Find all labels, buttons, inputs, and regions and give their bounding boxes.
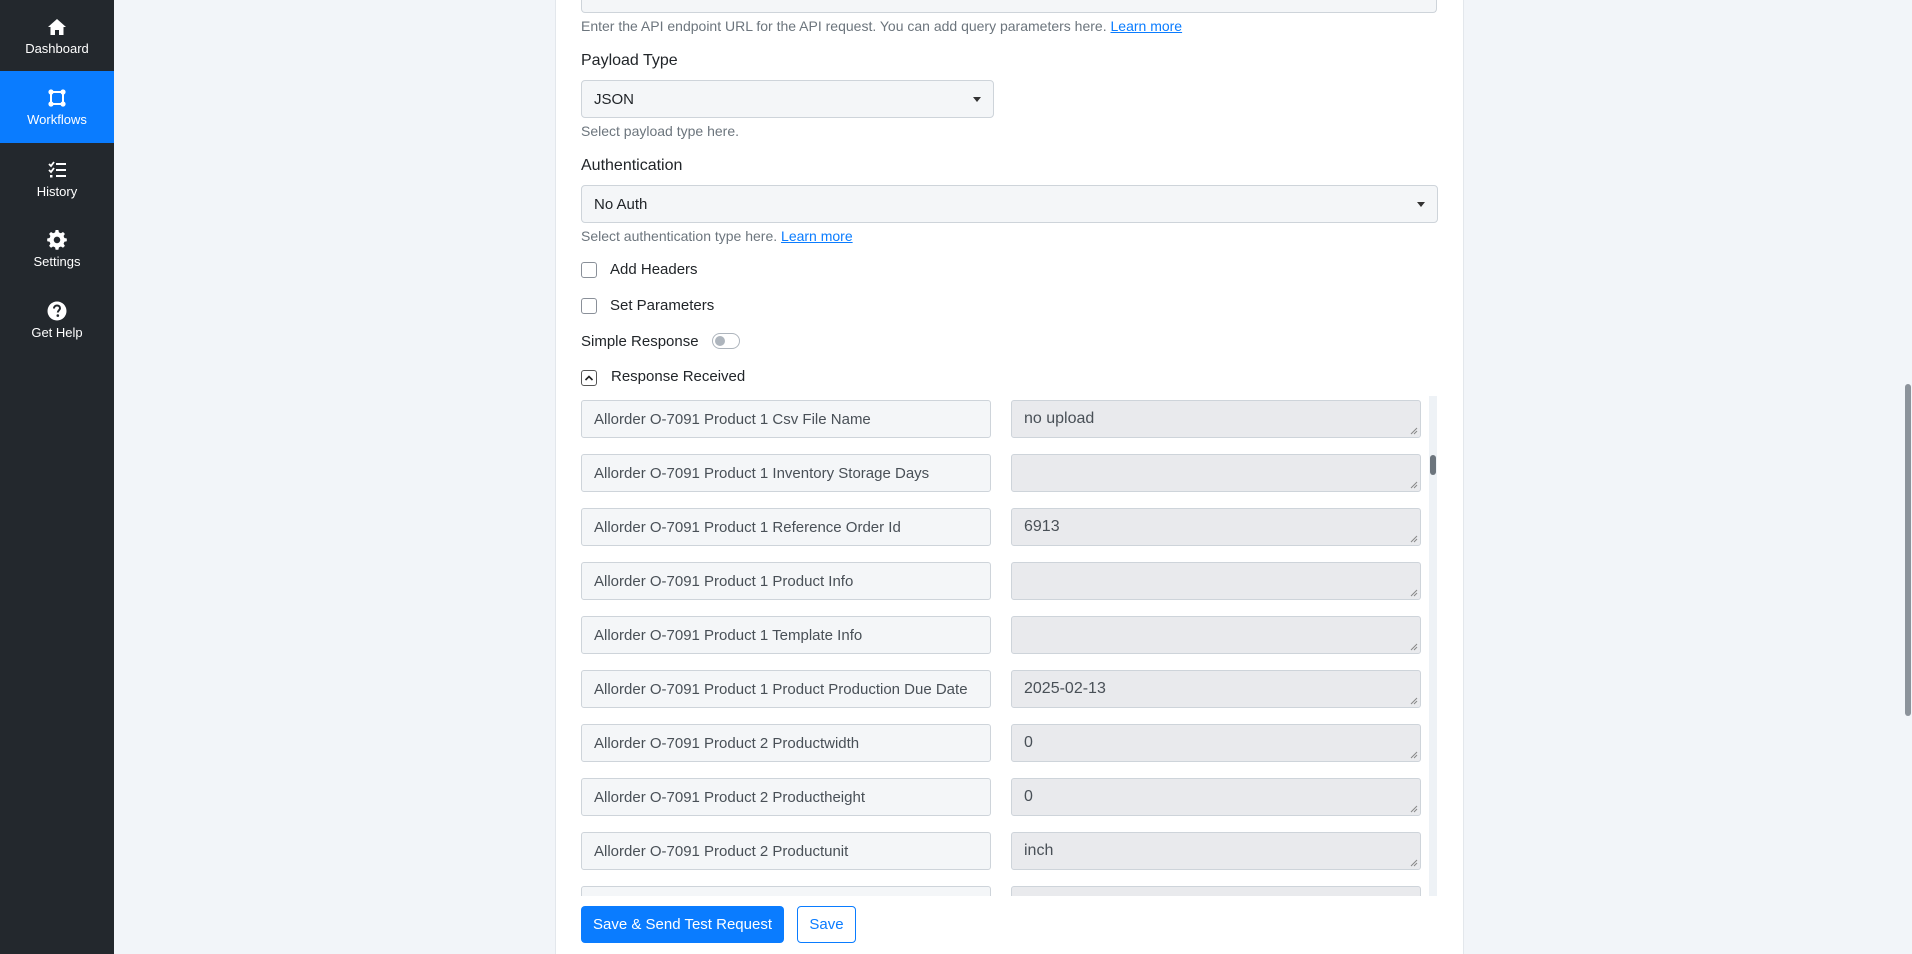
response-key-field[interactable]: Allorder O-7091 Product 2 Productheight — [581, 778, 991, 816]
sidebar: Dashboard Workflows History Settings Get… — [0, 0, 114, 954]
sidebar-item-get-help[interactable]: Get Help — [0, 284, 114, 356]
response-row: Allorder O-7091 Product 1 Template Info — [581, 616, 1421, 654]
response-key-field[interactable] — [581, 886, 991, 896]
resize-grip-icon[interactable] — [1410, 589, 1418, 597]
chevron-up-icon — [584, 375, 594, 381]
response-row: Allorder O-7091 Product 1 Product Produc… — [581, 670, 1421, 708]
response-value-field[interactable] — [1011, 454, 1421, 492]
workflow-icon — [48, 88, 66, 107]
home-icon — [48, 18, 66, 35]
toggle-knob — [715, 336, 725, 346]
response-value-field[interactable]: inch — [1011, 832, 1421, 870]
response-row: Allorder O-7091 Product 2 Productunit in… — [581, 832, 1421, 870]
question-circle-icon — [47, 301, 67, 320]
response-row: Allorder O-7091 Product 1 Reference Orde… — [581, 508, 1421, 546]
resize-grip-icon[interactable] — [1410, 751, 1418, 759]
resize-grip-icon[interactable] — [1410, 427, 1418, 435]
payload-type-label: Payload Type — [581, 52, 678, 69]
response-row: Allorder O-7091 Product 1 Product Info — [581, 562, 1421, 600]
response-key-field[interactable]: Allorder O-7091 Product 2 Productunit — [581, 832, 991, 870]
page-scrollbar-thumb[interactable] — [1905, 384, 1911, 716]
resize-grip-icon[interactable] — [1410, 805, 1418, 813]
response-value-field[interactable]: 2025-02-13 — [1011, 670, 1421, 708]
response-value-field[interactable] — [1011, 886, 1421, 896]
response-key-field[interactable]: Allorder O-7091 Product 1 Product Info — [581, 562, 991, 600]
response-key-field[interactable]: Allorder O-7091 Product 1 Csv File Name — [581, 400, 991, 438]
sidebar-item-label: Settings — [33, 253, 81, 269]
response-list-scrollbar-thumb[interactable] — [1430, 455, 1436, 475]
resize-grip-icon[interactable] — [1410, 697, 1418, 705]
response-key-field[interactable]: Allorder O-7091 Product 2 Productwidth — [581, 724, 991, 762]
resize-grip-icon[interactable] — [1410, 481, 1418, 489]
response-received-label: Response Received — [611, 368, 746, 385]
sidebar-item-dashboard[interactable]: Dashboard — [0, 0, 114, 72]
authentication-learn-more-link[interactable]: Learn more — [781, 228, 853, 244]
response-value-text: 2025-02-13 — [1024, 680, 1106, 697]
response-row: Allorder O-7091 Product 1 Inventory Stor… — [581, 454, 1421, 492]
payload-type-value: JSON — [594, 90, 635, 108]
sidebar-item-label: Workflows — [27, 111, 87, 127]
response-value-text: no upload — [1024, 410, 1095, 427]
response-key-field[interactable]: Allorder O-7091 Product 1 Template Info — [581, 616, 991, 654]
response-value-field[interactable] — [1011, 616, 1421, 654]
response-value-field[interactable] — [1011, 562, 1421, 600]
add-headers-checkbox[interactable] — [581, 262, 597, 278]
chevron-down-icon — [1417, 202, 1425, 207]
response-value-text: 0 — [1024, 734, 1033, 751]
response-row: Allorder O-7091 Product 2 Productwidth 0 — [581, 724, 1421, 762]
add-headers-label: Add Headers — [610, 261, 698, 278]
response-received-collapse-button[interactable] — [581, 370, 597, 386]
api-url-input[interactable] — [581, 0, 1437, 13]
resize-grip-icon[interactable] — [1410, 859, 1418, 867]
resize-grip-icon[interactable] — [1410, 643, 1418, 651]
sidebar-item-label: Get Help — [31, 324, 83, 340]
sidebar-item-settings[interactable]: Settings — [0, 213, 114, 285]
response-value-text: 6913 — [1024, 518, 1060, 535]
response-value-field[interactable]: 0 — [1011, 778, 1421, 816]
set-parameters-label: Set Parameters — [610, 297, 715, 314]
gear-icon — [47, 229, 67, 250]
response-row: Allorder O-7091 Product 1 Csv File Name … — [581, 400, 1421, 438]
simple-response-label: Simple Response — [581, 333, 699, 350]
authentication-help: Select authentication type here. Learn m… — [581, 228, 853, 244]
api-url-help: Enter the API endpoint URL for the API r… — [581, 18, 1182, 34]
set-parameters-checkbox[interactable] — [581, 298, 597, 314]
response-key-field[interactable]: Allorder O-7091 Product 1 Reference Orde… — [581, 508, 991, 546]
sidebar-item-workflows[interactable]: Workflows — [0, 71, 114, 143]
sidebar-item-label: History — [36, 183, 78, 199]
list-icon — [48, 160, 66, 177]
payload-type-select[interactable]: JSON — [581, 80, 994, 118]
sidebar-item-label: Dashboard — [25, 40, 89, 56]
response-fields-list[interactable]: Allorder O-7091 Product 1 Csv File Name … — [581, 396, 1437, 896]
save-send-test-request-button[interactable]: Save & Send Test Request — [581, 906, 784, 943]
response-key-field[interactable]: Allorder O-7091 Product 1 Inventory Stor… — [581, 454, 991, 492]
resize-grip-icon[interactable] — [1410, 535, 1418, 543]
authentication-value: No Auth — [594, 195, 648, 213]
api-url-help-text: Enter the API endpoint URL for the API r… — [581, 18, 1107, 34]
response-value-field[interactable]: 6913 — [1011, 508, 1421, 546]
chevron-down-icon — [973, 97, 981, 102]
response-value-field[interactable]: no upload — [1011, 400, 1421, 438]
response-value-text: inch — [1024, 842, 1054, 859]
response-value-text: 0 — [1024, 788, 1033, 805]
simple-response-toggle[interactable] — [712, 333, 740, 349]
authentication-select[interactable]: No Auth — [581, 185, 1438, 223]
response-row: Allorder O-7091 Product 2 Productheight … — [581, 778, 1421, 816]
payload-type-help: Select payload type here. — [581, 123, 739, 139]
response-value-field[interactable]: 0 — [1011, 724, 1421, 762]
save-button[interactable]: Save — [797, 906, 856, 943]
authentication-help-text: Select authentication type here. — [581, 228, 778, 244]
response-row — [581, 886, 1421, 896]
response-key-field[interactable]: Allorder O-7091 Product 1 Product Produc… — [581, 670, 991, 708]
api-url-learn-more-link[interactable]: Learn more — [1111, 18, 1183, 34]
sidebar-item-history[interactable]: History — [0, 143, 114, 215]
authentication-label: Authentication — [581, 157, 683, 174]
